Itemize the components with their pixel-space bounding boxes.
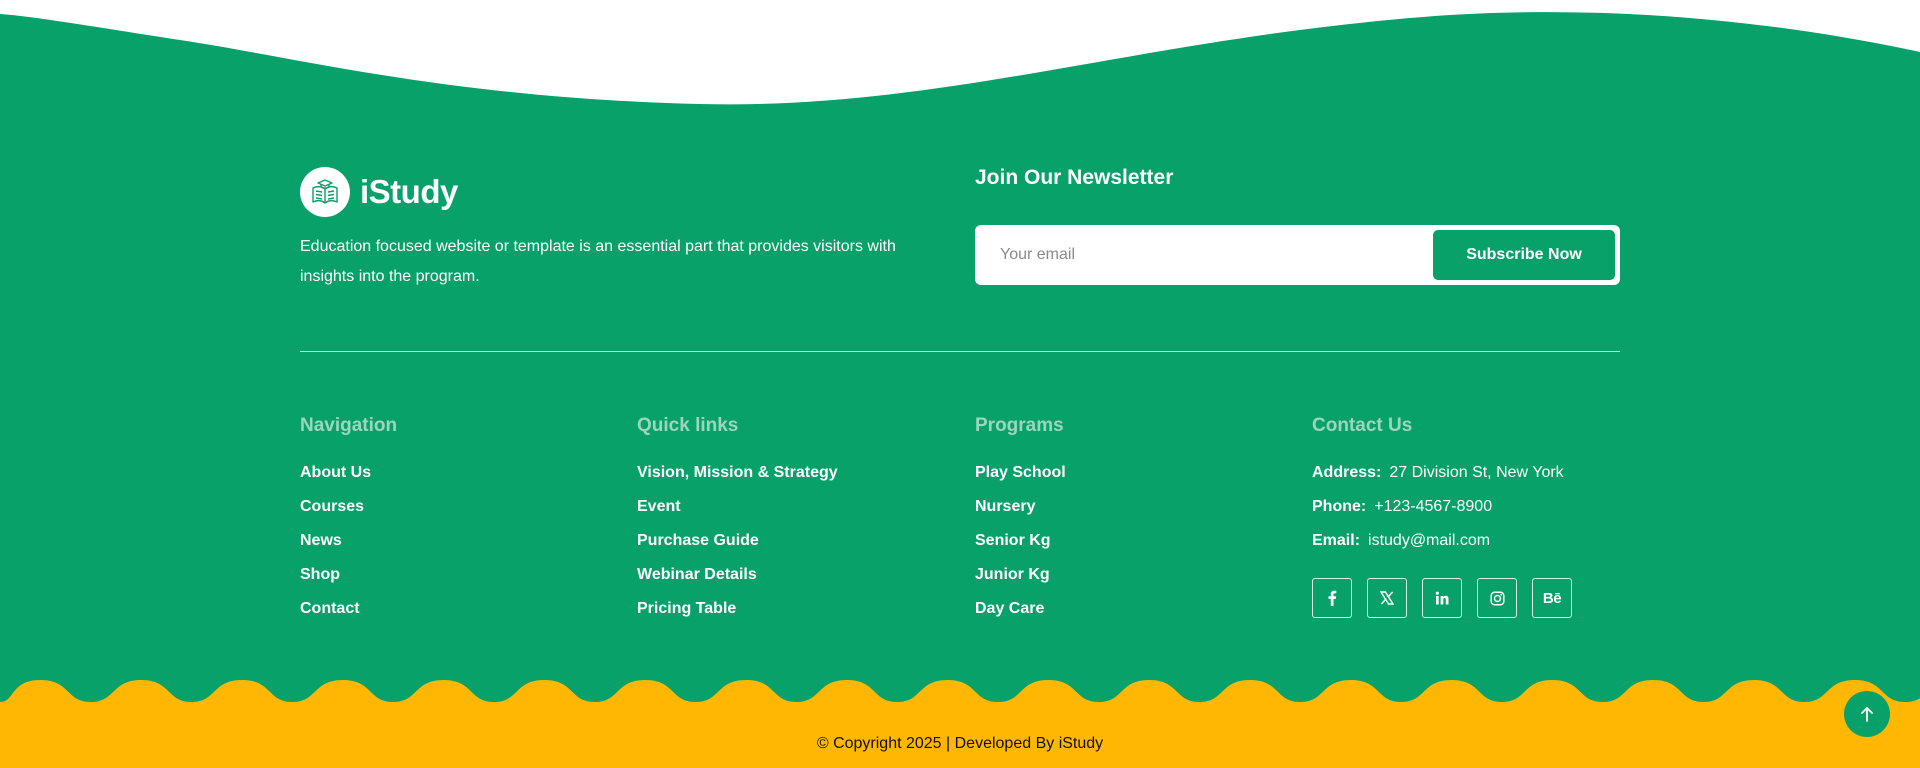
quick-links-list: Vision, Mission & Strategy Event Purchas… [637, 456, 937, 626]
list-item: Shop [300, 558, 600, 592]
navigation-title: Navigation [300, 415, 398, 436]
quick-link-webinar-details[interactable]: Webinar Details [637, 566, 757, 583]
brand-description: Education focused website or template is… [300, 238, 896, 285]
list-item: Senior Kg [975, 524, 1275, 558]
quick-link-event[interactable]: Event [637, 498, 681, 515]
navigation-column: Navigation About Us Courses News Shop Co… [300, 414, 600, 626]
programs-title: Programs [975, 415, 1064, 436]
address-value: 27 Division St, New York [1389, 464, 1564, 481]
facebook-link[interactable] [1312, 578, 1352, 618]
program-link-senior-kg[interactable]: Senior Kg [975, 532, 1051, 549]
scroll-to-top-button[interactable] [1844, 691, 1890, 737]
brand-name: iStudy [360, 173, 458, 210]
contact-column: Contact Us Address: 27 Division St, New Y… [1312, 414, 1612, 618]
book-icon [312, 179, 338, 204]
list-item: Play School [975, 456, 1275, 490]
list-item: Contact [300, 592, 600, 626]
nav-link-news[interactable]: News [300, 532, 342, 549]
phone-value[interactable]: +123-4567-8900 [1374, 498, 1492, 515]
subscribe-button[interactable]: Subscribe Now [1433, 230, 1615, 280]
email-value[interactable]: istudy@mail.com [1368, 532, 1490, 549]
nav-link-about-us[interactable]: About Us [300, 464, 371, 481]
logo-badge [300, 167, 350, 217]
program-link-play-school[interactable]: Play School [975, 464, 1066, 481]
list-item: Courses [300, 490, 600, 524]
quick-links-title: Quick links [637, 415, 739, 436]
list-item: News [300, 524, 600, 558]
arrow-up-icon [1861, 707, 1873, 722]
nav-link-shop[interactable]: Shop [300, 566, 340, 583]
linkedin-link[interactable] [1422, 578, 1462, 618]
list-item: Day Care [975, 592, 1275, 626]
list-item: Pricing Table [637, 592, 937, 626]
quick-link-pricing-table[interactable]: Pricing Table [637, 600, 736, 617]
list-item: Nursery [975, 490, 1275, 524]
phone-label: Phone: [1312, 498, 1367, 515]
list-item: Event [637, 490, 937, 524]
contact-address: Address: 27 Division St, New York [1312, 456, 1612, 490]
programs-list: Play School Nursery Senior Kg Junior Kg … [975, 456, 1275, 626]
contact-email: Email: istudy@mail.com [1312, 524, 1612, 558]
facebook-icon [1328, 590, 1337, 606]
newsletter-form: Subscribe Now [975, 225, 1620, 285]
list-item: Purchase Guide [637, 524, 937, 558]
program-link-day-care[interactable]: Day Care [975, 600, 1044, 617]
email-label: Email: [1312, 532, 1361, 549]
instagram-link[interactable] [1477, 578, 1517, 618]
contact-title: Contact Us [1312, 415, 1413, 436]
copyright-text: © Copyright 2025 | Developed By iStudy [816, 735, 1104, 752]
linkedin-icon [1435, 591, 1449, 605]
quick-link-purchase-guide[interactable]: Purchase Guide [637, 532, 759, 549]
program-link-junior-kg[interactable]: Junior Kg [975, 566, 1050, 583]
instagram-icon [1489, 590, 1505, 606]
navigation-list: About Us Courses News Shop Contact [300, 456, 600, 626]
behance-icon: Bē [1542, 589, 1562, 607]
top-wave-decoration [0, 0, 1920, 105]
list-item: About Us [300, 456, 600, 490]
newsletter-title: Join Our Newsletter [975, 166, 1174, 189]
footer-brand[interactable]: iStudy [300, 167, 458, 217]
email-input[interactable] [975, 225, 1415, 285]
programs-column: Programs Play School Nursery Senior Kg J… [975, 414, 1275, 626]
quick-link-vision[interactable]: Vision, Mission & Strategy [637, 464, 838, 481]
address-label: Address: [1312, 464, 1382, 481]
nav-link-contact[interactable]: Contact [300, 600, 360, 617]
program-link-nursery[interactable]: Nursery [975, 498, 1035, 515]
nav-link-courses[interactable]: Courses [300, 498, 364, 515]
list-item: Vision, Mission & Strategy [637, 456, 937, 490]
contact-phone: Phone: +123-4567-8900 [1312, 490, 1612, 524]
x-twitter-icon [1380, 591, 1394, 605]
social-links: Bē [1312, 578, 1612, 618]
site-footer: iStudy Education focused website or temp… [0, 0, 1920, 768]
quick-links-column: Quick links Vision, Mission & Strategy E… [637, 414, 937, 626]
behance-link[interactable]: Bē [1532, 578, 1572, 618]
x-twitter-link[interactable] [1367, 578, 1407, 618]
footer-divider [300, 351, 1620, 352]
list-item: Webinar Details [637, 558, 937, 592]
list-item: Junior Kg [975, 558, 1275, 592]
